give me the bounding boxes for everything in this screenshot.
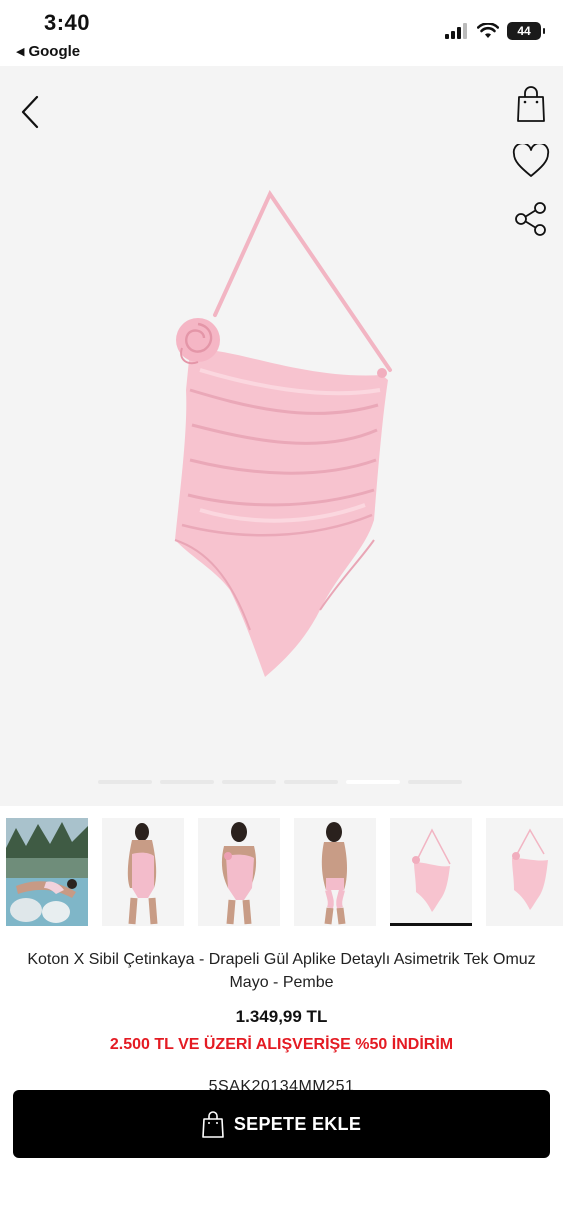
- pagination-dot[interactable]: [408, 780, 462, 784]
- shopping-bag-icon: [517, 86, 545, 122]
- share-button[interactable]: [511, 200, 551, 238]
- promo-banner: 2.500 TL VE ÜZERİ ALIŞVERİŞE %50 İNDİRİM: [109, 1036, 454, 1053]
- pagination-dot[interactable]: [160, 780, 214, 784]
- back-to-app-link[interactable]: ◀ Google: [16, 43, 80, 60]
- product-front-photo: [390, 818, 472, 926]
- battery-indicator: 44: [507, 22, 545, 40]
- cart-button[interactable]: [513, 84, 549, 124]
- thumbnail-model-front-2[interactable]: [198, 818, 280, 926]
- thumbnail-lifestyle-pool[interactable]: [6, 818, 88, 926]
- thumbnail-product-front[interactable]: [390, 818, 472, 926]
- heart-icon: [512, 144, 550, 177]
- status-bar: 3:40 ◀ Google 44: [0, 0, 563, 66]
- thumbnail-product-side[interactable]: [486, 818, 563, 926]
- product-image-gallery[interactable]: [0, 66, 563, 806]
- shopping-bag-icon: [202, 1111, 224, 1138]
- pagination-dot[interactable]: [222, 780, 276, 784]
- pagination-dot-active[interactable]: [346, 780, 400, 784]
- add-to-cart-button[interactable]: SEPETE EKLE: [13, 1090, 550, 1158]
- share-icon: [515, 202, 546, 236]
- wifi-icon: [477, 23, 499, 38]
- product-image: [174, 190, 392, 677]
- model-front-photo: [102, 818, 184, 926]
- system-icons: 44: [445, 22, 545, 40]
- battery-level: 44: [517, 24, 531, 38]
- cellular-signal-icon: [445, 23, 467, 39]
- pagination-dot[interactable]: [98, 780, 152, 784]
- bottom-safe-area: [0, 1158, 563, 1218]
- thumbnail-strip: [0, 818, 563, 930]
- product-price: 1.349,99 TL: [235, 1007, 328, 1026]
- back-app-label: Google: [28, 43, 81, 60]
- product-side-photo: [486, 818, 563, 926]
- favorite-button[interactable]: [511, 142, 551, 180]
- add-to-cart-label: SEPETE EKLE: [233, 1113, 362, 1134]
- pool-photo: [6, 818, 88, 926]
- image-pagination: [98, 780, 462, 784]
- model-back-photo: [294, 818, 376, 926]
- model-front-photo: [198, 818, 280, 926]
- status-time: 3:40: [44, 10, 91, 35]
- thumbnail-model-front-1[interactable]: [102, 818, 184, 926]
- back-button[interactable]: [14, 94, 46, 130]
- back-triangle-icon: ◀: [16, 46, 25, 58]
- thumbnail-model-back[interactable]: [294, 818, 376, 926]
- chevron-left-icon: [21, 95, 39, 129]
- product-title: Koton X Sibil Çetinkaya - Drapeli Gül Ap…: [27, 951, 536, 991]
- pagination-dot[interactable]: [284, 780, 338, 784]
